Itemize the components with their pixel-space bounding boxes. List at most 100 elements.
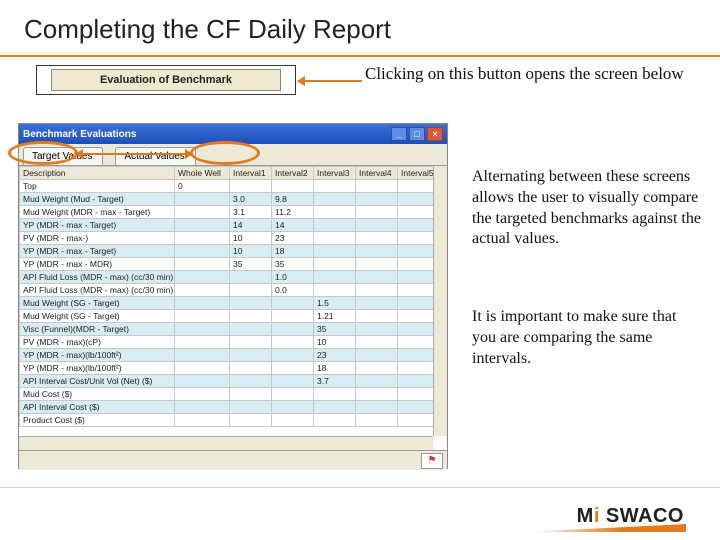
cell-value[interactable] [175, 388, 230, 401]
cell-value[interactable] [356, 271, 398, 284]
col-interval3[interactable]: Interval3 [314, 167, 356, 180]
cell-value[interactable] [272, 401, 314, 414]
col-interval2[interactable]: Interval2 [272, 167, 314, 180]
tab-actual-values[interactable]: Actual Values [115, 147, 195, 165]
cell-value[interactable] [175, 401, 230, 414]
cell-value[interactable] [314, 232, 356, 245]
cell-description[interactable]: PV (MDR - max-) [20, 232, 175, 245]
cell-description[interactable]: Mud Weight (MDR - max - Target) [20, 206, 175, 219]
cell-value[interactable] [314, 414, 356, 427]
cell-value[interactable]: 23 [314, 349, 356, 362]
cell-value[interactable]: 0 [175, 180, 230, 193]
benchmark-table[interactable]: Description Whole Well Interval1 Interva… [19, 166, 447, 427]
cell-value[interactable] [175, 232, 230, 245]
dialog-titlebar[interactable]: Benchmark Evaluations _ □ × [19, 124, 447, 144]
vertical-scrollbar[interactable] [433, 166, 447, 436]
table-row[interactable]: API Fluid Loss (MDR - max) (cc/30 min) 0.… [20, 284, 448, 297]
cell-value[interactable] [175, 245, 230, 258]
cell-value[interactable]: 35 [314, 323, 356, 336]
horizontal-scrollbar[interactable] [19, 436, 433, 450]
minimize-button[interactable]: _ [391, 127, 407, 141]
cell-value[interactable] [314, 245, 356, 258]
cell-value[interactable] [230, 180, 272, 193]
cell-value[interactable]: 1.5 [314, 297, 356, 310]
cell-value[interactable] [272, 362, 314, 375]
cell-value[interactable] [356, 375, 398, 388]
cell-value[interactable]: 35 [272, 258, 314, 271]
cell-value[interactable]: 10 [230, 232, 272, 245]
cell-value[interactable]: 14 [230, 219, 272, 232]
table-row[interactable]: Product Cost ($) [20, 414, 448, 427]
cell-description[interactable]: API Fluid Loss (MDR - max) (cc/30 min) [20, 284, 175, 297]
cell-value[interactable]: 23 [272, 232, 314, 245]
cell-description[interactable]: Mud Cost ($) [20, 388, 175, 401]
cell-description[interactable]: YP (MDR - max - MDR) [20, 258, 175, 271]
cell-value[interactable] [272, 375, 314, 388]
table-row[interactable]: API Interval Cost ($) [20, 401, 448, 414]
cell-value[interactable]: 9.8 [272, 193, 314, 206]
table-row[interactable]: YP (MDR - max)(lb/100ft²) 23 [20, 349, 448, 362]
cell-value[interactable] [272, 336, 314, 349]
cell-value[interactable] [272, 297, 314, 310]
cell-value[interactable] [314, 284, 356, 297]
cell-value[interactable] [230, 336, 272, 349]
cell-value[interactable] [175, 336, 230, 349]
cell-value[interactable] [356, 310, 398, 323]
cell-value[interactable]: 10 [230, 245, 272, 258]
cell-value[interactable] [356, 206, 398, 219]
table-row[interactable]: Mud Weight (SG - Target)1.5 [20, 297, 448, 310]
cell-value[interactable] [272, 414, 314, 427]
col-description[interactable]: Description [20, 167, 175, 180]
cell-value[interactable]: 14 [272, 219, 314, 232]
cell-value[interactable]: 18 [272, 245, 314, 258]
cell-value[interactable] [356, 401, 398, 414]
cell-value[interactable]: 11.2 [272, 206, 314, 219]
cell-value[interactable] [175, 310, 230, 323]
cell-value[interactable] [314, 193, 356, 206]
cell-value[interactable]: 1.0 [272, 271, 314, 284]
cell-value[interactable] [175, 414, 230, 427]
cell-description[interactable]: YP (MDR - max)(lb/100ft²) [20, 349, 175, 362]
col-whole-well[interactable]: Whole Well [175, 167, 230, 180]
cell-value[interactable]: 0.0 [272, 284, 314, 297]
cell-value[interactable]: 1.21 [314, 310, 356, 323]
cell-value[interactable] [272, 323, 314, 336]
cell-value[interactable] [356, 388, 398, 401]
cell-value[interactable] [356, 414, 398, 427]
status-flag-icon[interactable]: ⚑ [421, 453, 443, 469]
cell-value[interactable] [230, 284, 272, 297]
table-row[interactable]: Visc (Funnel)(MDR - Target)35 [20, 323, 448, 336]
cell-value[interactable] [356, 323, 398, 336]
cell-value[interactable] [230, 323, 272, 336]
cell-value[interactable] [272, 310, 314, 323]
cell-value[interactable] [230, 349, 272, 362]
table-row[interactable]: Mud Cost ($) [20, 388, 448, 401]
cell-value[interactable] [314, 271, 356, 284]
table-row[interactable]: YP (MDR - max)(lb/100ft²)18 [20, 362, 448, 375]
cell-description[interactable]: PV (MDR - max)(cP) [20, 336, 175, 349]
cell-value[interactable] [230, 297, 272, 310]
cell-value[interactable] [314, 206, 356, 219]
cell-value[interactable] [175, 271, 230, 284]
cell-value[interactable] [356, 232, 398, 245]
cell-value[interactable] [175, 206, 230, 219]
cell-value[interactable] [175, 375, 230, 388]
tab-target-values[interactable]: Target Values [23, 147, 103, 165]
cell-value[interactable] [356, 245, 398, 258]
cell-value[interactable] [230, 401, 272, 414]
cell-value[interactable] [175, 219, 230, 232]
cell-value[interactable] [175, 323, 230, 336]
cell-value[interactable]: 3.7 [314, 375, 356, 388]
cell-description[interactable]: API Fluid Loss (MDR - max) (cc/30 min) [20, 271, 175, 284]
cell-description[interactable]: API Interval Cost/Unit Vol (Net) ($) [20, 375, 175, 388]
cell-description[interactable]: API Interval Cost ($) [20, 401, 175, 414]
cell-value[interactable]: 10 [314, 336, 356, 349]
cell-value[interactable] [314, 219, 356, 232]
cell-value[interactable]: 35 [230, 258, 272, 271]
cell-value[interactable] [356, 193, 398, 206]
cell-value[interactable] [272, 180, 314, 193]
cell-description[interactable]: Top [20, 180, 175, 193]
cell-value[interactable] [272, 388, 314, 401]
cell-value[interactable] [356, 362, 398, 375]
col-interval4[interactable]: Interval4 [356, 167, 398, 180]
